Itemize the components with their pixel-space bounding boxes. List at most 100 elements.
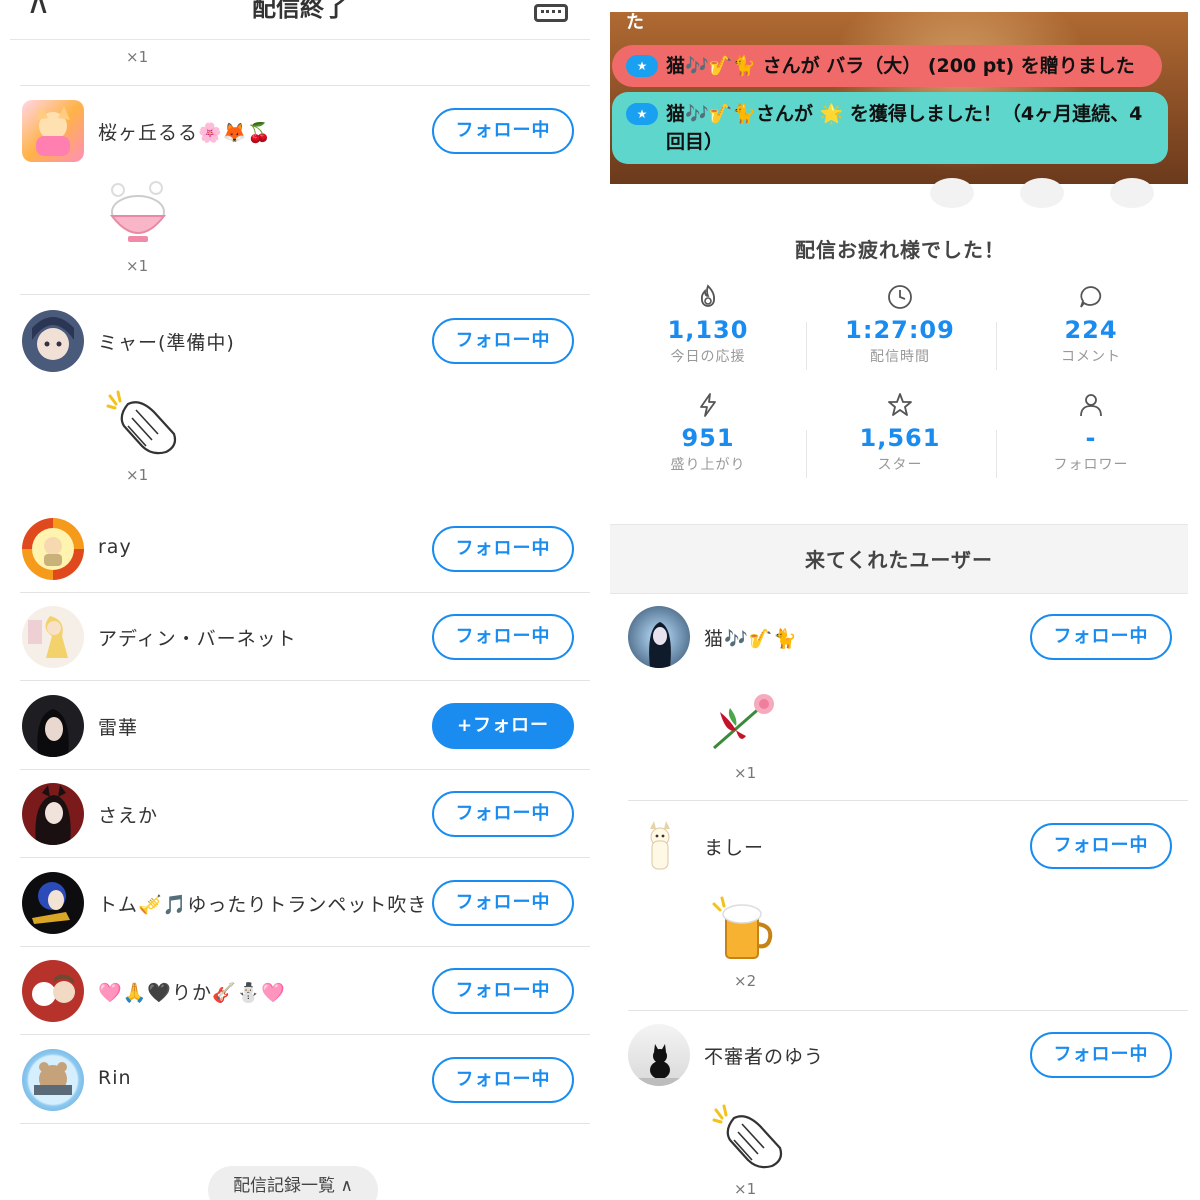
list-item: ましー フォロー中 bbox=[628, 803, 1188, 889]
user-name: ミャー(準備中) bbox=[98, 332, 235, 354]
divider bbox=[20, 592, 590, 593]
user-name: Rin bbox=[98, 1067, 132, 1089]
truncated-text: た bbox=[626, 12, 644, 33]
list-item: 雷華 +フォロー bbox=[22, 683, 590, 769]
follow-button[interactable]: フォロー中 bbox=[432, 880, 574, 926]
follow-button[interactable]: フォロー中 bbox=[1030, 1032, 1172, 1078]
flame-icon bbox=[700, 284, 716, 307]
user-name: ましー bbox=[704, 837, 765, 859]
person-icon bbox=[1080, 394, 1102, 417]
user-name: 不審者のゆう bbox=[704, 1046, 825, 1068]
stat-value: 1,561 bbox=[859, 424, 941, 452]
overlay-button[interactable] bbox=[930, 178, 974, 208]
follow-button[interactable]: フォロー中 bbox=[432, 791, 574, 837]
user-name: アディン・バーネット bbox=[98, 628, 297, 650]
avatar[interactable] bbox=[22, 1049, 84, 1111]
rice-bowl-icon bbox=[109, 181, 167, 242]
divider bbox=[20, 946, 590, 947]
list-item: アディン・バーネット フォロー中 bbox=[22, 594, 590, 680]
follow-button[interactable]: フォロー中 bbox=[432, 108, 574, 154]
follow-button[interactable]: フォロー中 bbox=[432, 526, 574, 572]
stat-stars: 1,561 スター bbox=[805, 392, 995, 474]
avatar[interactable] bbox=[22, 518, 84, 580]
user-name: さえか bbox=[98, 805, 159, 827]
stat-value: 1:27:09 bbox=[845, 316, 955, 344]
right-panel: た ★ 猫🎶🎷🐈 さんが バラ（大） (200 pt) を贈りました ★ 猫🎶🎷… bbox=[610, 0, 1190, 1200]
follow-button[interactable]: フォロー中 bbox=[432, 614, 574, 660]
list-item: 猫🎶🎷🐈 フォロー中 bbox=[628, 594, 1188, 680]
gift-quantity: ×1 bbox=[126, 48, 149, 66]
stat-duration: 1:27:09 配信時間 bbox=[805, 284, 995, 366]
overlay-button[interactable] bbox=[1110, 178, 1154, 208]
stat-comments: 224 コメント bbox=[996, 284, 1186, 366]
stream-ended-title: 配信お疲れ様でした！ bbox=[795, 238, 1005, 262]
avatar[interactable] bbox=[22, 872, 84, 934]
list-item: ミャー(準備中) フォロー中 bbox=[22, 298, 590, 384]
avatar[interactable] bbox=[628, 606, 690, 668]
divider bbox=[20, 1034, 590, 1035]
follow-button[interactable]: フォロー中 bbox=[432, 318, 574, 364]
rose-icon bbox=[713, 694, 774, 750]
divider bbox=[628, 1010, 1188, 1011]
notice-text: 猫🎶🎷🐈 さんが バラ（大） (200 pt) を贈りました bbox=[666, 55, 1135, 77]
follow-button[interactable]: フォロー中 bbox=[1030, 823, 1172, 869]
list-item: 🩷🙏🖤りか🎸⛄🩷 フォロー中 bbox=[22, 948, 590, 1034]
gift-quantity: ×1 bbox=[734, 1180, 757, 1198]
overlay-button[interactable] bbox=[1020, 178, 1064, 208]
achievement-notice: ★ 猫🎶🎷🐈さんが 🌟 を獲得しました！（4ヶ月連続、4回目） bbox=[612, 92, 1168, 164]
avatar[interactable] bbox=[22, 783, 84, 845]
stat-label: コメント bbox=[1061, 349, 1121, 365]
left-panel: ∧ 配信終了 ×1 桜ヶ丘るる🌸🦊🍒 フォロー中 ×1 ミャー(準備中) フォロ… bbox=[10, 0, 590, 1200]
gift-quantity: ×1 bbox=[126, 257, 149, 275]
notice-text: 猫🎶🎷🐈さんが 🌟 を獲得しました！（4ヶ月連続、4回目） bbox=[666, 103, 1143, 153]
comment-icon bbox=[1080, 286, 1102, 308]
divider bbox=[20, 769, 590, 770]
user-name: 猫🎶🎷🐈 bbox=[704, 628, 798, 650]
stream-preview: た ★ 猫🎶🎷🐈 さんが バラ（大） (200 pt) を贈りました ★ 猫🎶🎷… bbox=[610, 12, 1188, 184]
avatar[interactable] bbox=[22, 960, 84, 1022]
history-button[interactable]: 配信記録一覧 ∧ bbox=[208, 1166, 378, 1200]
stat-value: 224 bbox=[1064, 316, 1118, 344]
follow-button[interactable]: フォロー中 bbox=[432, 1057, 574, 1103]
user-name: ray bbox=[98, 536, 132, 558]
stat-label: 配信時間 bbox=[870, 349, 930, 365]
user-name: トム🎺🎵ゆったりトランペット吹き bbox=[98, 894, 428, 916]
avatar[interactable] bbox=[628, 815, 690, 877]
follow-button[interactable]: +フォロー bbox=[432, 703, 574, 749]
stat-followers: - フォロワー bbox=[996, 392, 1186, 474]
avatar[interactable] bbox=[22, 100, 84, 162]
gift-quantity: ×1 bbox=[126, 466, 149, 484]
divider bbox=[20, 857, 590, 858]
stat-label: フォロワー bbox=[1053, 457, 1129, 473]
avatar[interactable] bbox=[22, 695, 84, 757]
stat-excitement: 951 盛り上がり bbox=[613, 392, 803, 474]
list-item: 不審者のゆう フォロー中 bbox=[628, 1012, 1188, 1098]
clap-icon bbox=[712, 1104, 783, 1169]
star-icon bbox=[888, 393, 912, 416]
gift-quantity: ×2 bbox=[734, 972, 757, 990]
avatar[interactable] bbox=[22, 606, 84, 668]
divider bbox=[20, 1123, 590, 1124]
stat-label: スター bbox=[877, 457, 923, 473]
list-item: さえか フォロー中 bbox=[22, 771, 590, 857]
user-name: 🩷🙏🖤りか🎸⛄🩷 bbox=[98, 982, 286, 1004]
stat-value: 951 bbox=[681, 424, 735, 452]
lightning-icon bbox=[700, 393, 716, 417]
keyboard-icon[interactable] bbox=[534, 4, 568, 22]
section-header: 来てくれたユーザー bbox=[610, 524, 1188, 594]
stat-label: 盛り上がり bbox=[670, 457, 746, 473]
avatar[interactable] bbox=[628, 1024, 690, 1086]
stat-value: 1,130 bbox=[667, 316, 749, 344]
divider bbox=[20, 294, 590, 295]
list-item: 桜ヶ丘るる🌸🦊🍒 フォロー中 bbox=[22, 88, 590, 174]
follow-button[interactable]: フォロー中 bbox=[1030, 614, 1172, 660]
clap-icon bbox=[106, 390, 177, 455]
list-item: トム🎺🎵ゆったりトランペット吹き フォロー中 bbox=[22, 860, 590, 946]
stat-support: 1,130 今日の応援 bbox=[613, 284, 803, 366]
avatar[interactable] bbox=[22, 310, 84, 372]
follow-button[interactable]: フォロー中 bbox=[432, 968, 574, 1014]
page-title: 配信終了 bbox=[252, 0, 348, 22]
star-badge-icon: ★ bbox=[626, 103, 658, 125]
top-bar: ∧ 配信終了 bbox=[10, 0, 590, 40]
beer-icon bbox=[712, 896, 773, 959]
